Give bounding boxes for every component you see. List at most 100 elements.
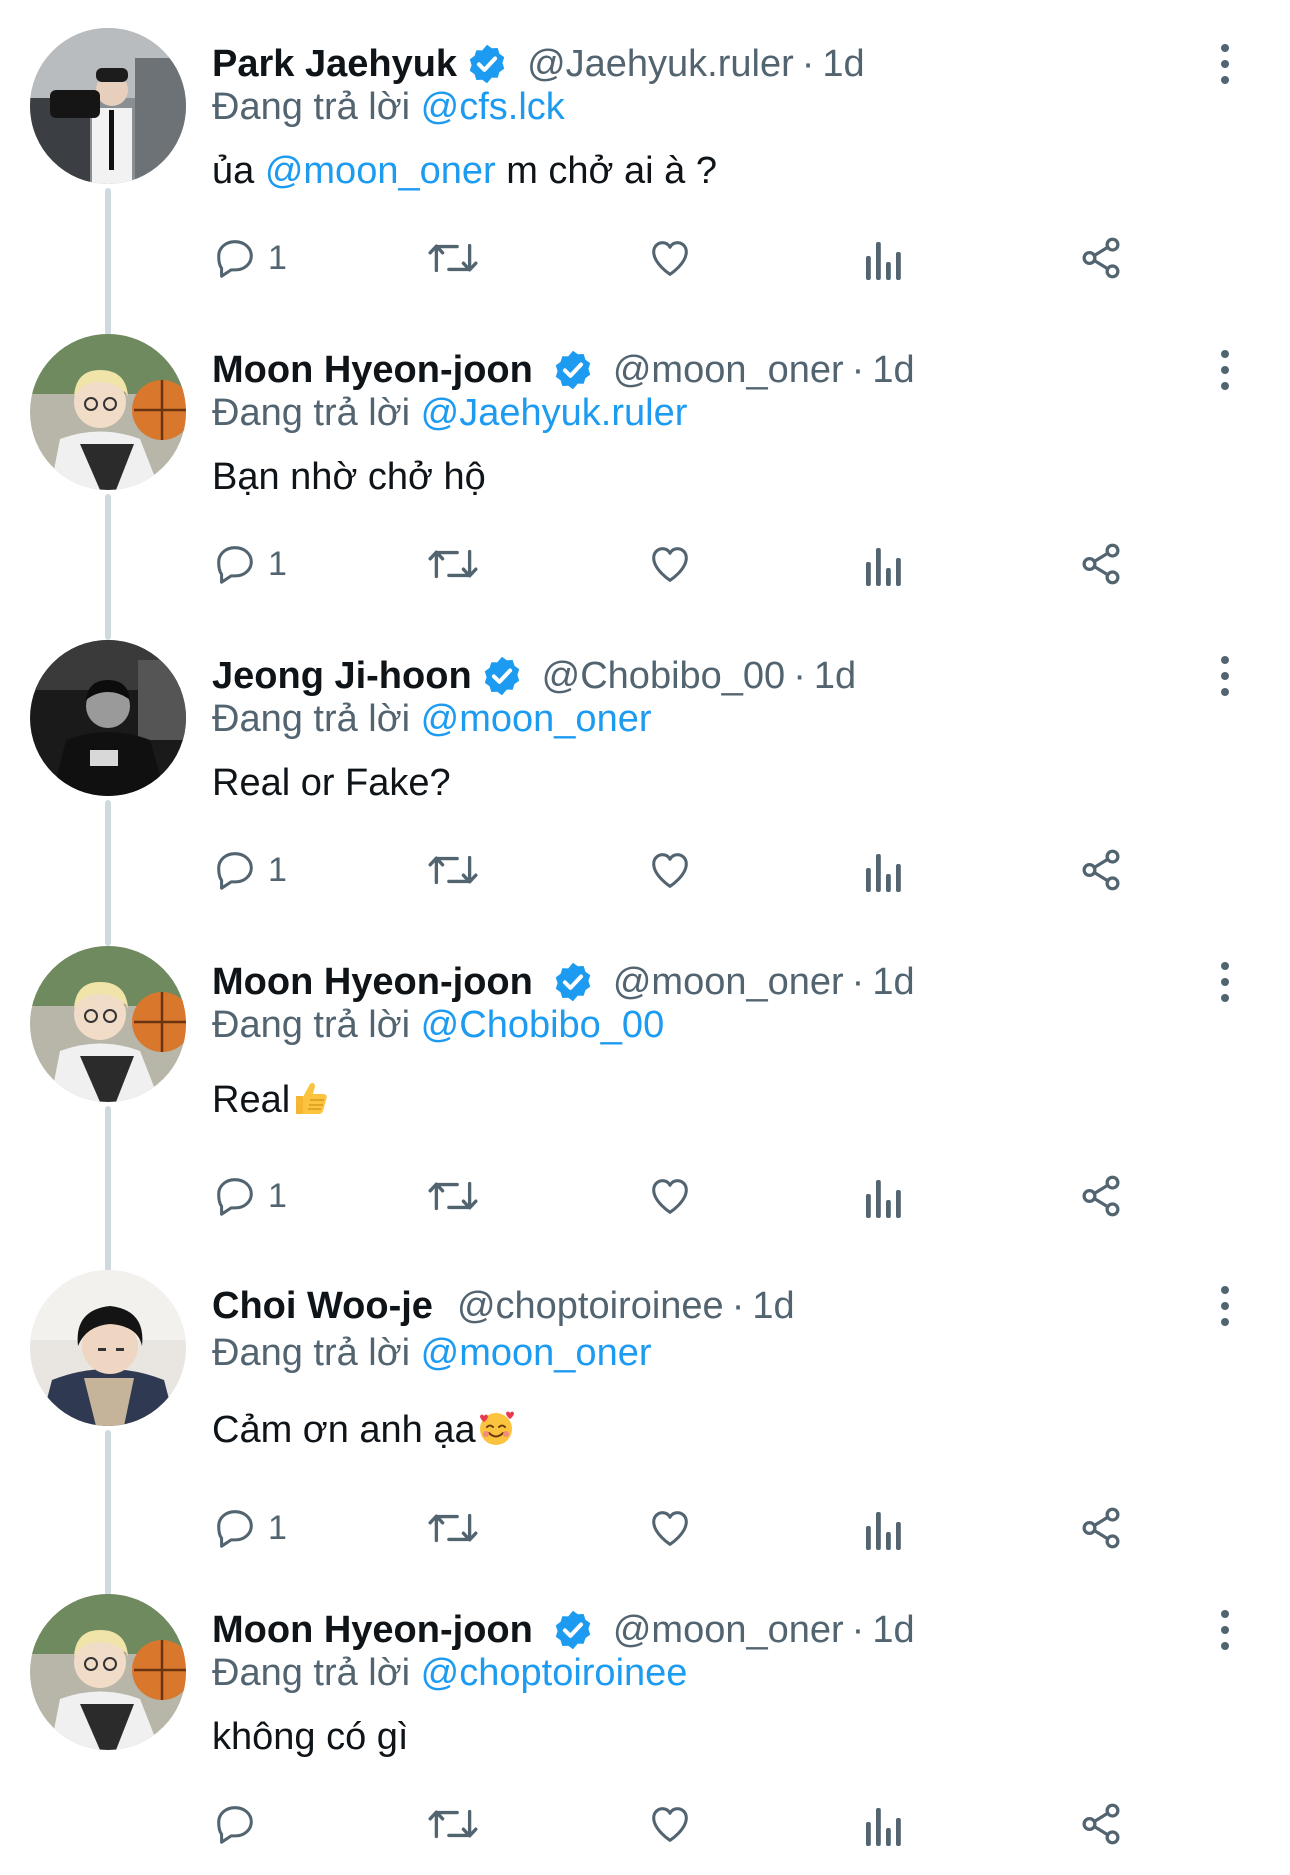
tweet-actions: 1	[0, 1166, 1290, 1226]
user-handle[interactable]: @moon_oner	[613, 961, 844, 1004]
like-button[interactable]	[646, 1498, 694, 1558]
reply-button[interactable]: 1	[212, 1498, 287, 1558]
timestamp[interactable]: 1d	[872, 961, 914, 1004]
more-icon[interactable]	[1210, 1608, 1240, 1652]
avatar[interactable]	[30, 946, 186, 1102]
verified-badge-icon	[555, 962, 591, 1002]
like-icon	[652, 547, 688, 582]
reply-count: 1	[268, 238, 287, 277]
timestamp[interactable]: 1d	[872, 349, 914, 392]
timestamp[interactable]: 1d	[872, 1609, 914, 1652]
share-icon	[1082, 1175, 1120, 1217]
display-name[interactable]: Jeong Ji-hoon	[212, 655, 472, 698]
replying-to-mention[interactable]: @Chobibo_00	[421, 1004, 665, 1046]
share-button[interactable]	[1078, 840, 1124, 900]
retweet-button[interactable]	[426, 840, 480, 900]
views-icon	[866, 548, 901, 586]
user-handle[interactable]: @Chobibo_00	[542, 655, 786, 698]
tweet-text: không có gì	[212, 1716, 409, 1758]
avatar[interactable]	[30, 640, 186, 796]
display-name[interactable]: Moon Hyeon-joon	[212, 961, 533, 1004]
separator-dot: ·	[851, 348, 865, 391]
tweet-text: Real or Fake?	[212, 762, 451, 804]
replying-to: Đang trả lời @Chobibo_00	[212, 1004, 664, 1047]
views-button[interactable]	[864, 1794, 904, 1854]
tweet-text: Bạn nhờ chở hộ	[212, 456, 486, 498]
share-button[interactable]	[1078, 534, 1124, 594]
replying-to-mention[interactable]: @choptoiroinee	[421, 1652, 688, 1694]
retweet-button[interactable]	[426, 228, 480, 288]
avatar[interactable]	[30, 1594, 186, 1750]
views-icon	[866, 1180, 901, 1218]
reply-icon	[217, 546, 253, 584]
timestamp[interactable]: 1d	[752, 1285, 794, 1328]
reply-icon	[217, 852, 253, 890]
verified-badge-icon	[555, 350, 591, 390]
tweet-header: Moon Hyeon-joon @moon_oner · 1d	[212, 344, 915, 396]
user-handle[interactable]: @moon_oner	[613, 349, 844, 392]
retweet-button[interactable]	[426, 1166, 480, 1226]
timestamp[interactable]: 1d	[822, 43, 864, 86]
replying-to-label: Đang trả lời	[212, 698, 411, 740]
retweet-icon	[428, 549, 478, 579]
replying-to-mention[interactable]: @Jaehyuk.ruler	[421, 392, 688, 434]
avatar[interactable]	[30, 1270, 186, 1426]
share-button[interactable]	[1078, 1794, 1124, 1854]
like-button[interactable]	[646, 228, 694, 288]
views-icon	[866, 242, 901, 280]
more-icon[interactable]	[1210, 42, 1240, 86]
like-icon	[652, 853, 688, 888]
more-icon[interactable]	[1210, 348, 1240, 392]
share-button[interactable]	[1078, 228, 1124, 288]
tweet-actions: 1	[0, 228, 1290, 288]
replying-to-mention[interactable]: @moon_oner	[421, 698, 652, 740]
like-button[interactable]	[646, 840, 694, 900]
retweet-button[interactable]	[426, 534, 480, 594]
tweet-header: Park Jaehyuk @Jaehyuk.ruler · 1d	[212, 38, 865, 90]
inline-mention[interactable]: @moon_oner	[265, 150, 496, 192]
display-name[interactable]: Moon Hyeon-joon	[212, 349, 533, 392]
retweet-button[interactable]	[426, 1498, 480, 1558]
views-button[interactable]	[864, 1166, 904, 1226]
share-icon	[1082, 1507, 1120, 1549]
replying-to: Đang trả lời @choptoiroinee	[212, 1652, 687, 1695]
share-button[interactable]	[1078, 1166, 1124, 1226]
replying-to-mention[interactable]: @moon_oner	[421, 1332, 652, 1374]
reply-button[interactable]: 1	[212, 840, 287, 900]
avatar[interactable]	[30, 28, 186, 184]
user-handle[interactable]: @Jaehyuk.ruler	[527, 43, 794, 86]
reply-icon	[217, 1806, 253, 1844]
display-name[interactable]: Choi Woo-je	[212, 1285, 433, 1328]
retweet-icon	[428, 855, 478, 885]
display-name[interactable]: Moon Hyeon-joon	[212, 1609, 533, 1652]
views-button[interactable]	[864, 840, 904, 900]
reply-button[interactable]: 1	[212, 1166, 287, 1226]
views-button[interactable]	[864, 534, 904, 594]
more-icon[interactable]	[1210, 1284, 1240, 1328]
retweet-button[interactable]	[426, 1794, 480, 1854]
share-button[interactable]	[1078, 1498, 1124, 1558]
like-button[interactable]	[646, 1166, 694, 1226]
verified-badge-icon	[484, 656, 519, 696]
like-button[interactable]	[646, 534, 694, 594]
like-button[interactable]	[646, 1794, 694, 1854]
reply-button[interactable]: 1	[212, 534, 287, 594]
display-name[interactable]: Park Jaehyuk	[212, 43, 457, 86]
replying-to-mention[interactable]: @cfs.lck	[421, 86, 565, 128]
more-icon[interactable]	[1210, 654, 1240, 698]
avatar[interactable]	[30, 334, 186, 490]
user-handle[interactable]: @choptoiroinee	[457, 1285, 724, 1328]
tweet-header: Jeong Ji-hoon @Chobibo_00 · 1d	[212, 650, 856, 702]
reply-icon	[217, 240, 253, 278]
user-handle[interactable]: @moon_oner	[613, 1609, 844, 1652]
reply-button[interactable]	[212, 1794, 268, 1854]
more-icon[interactable]	[1210, 960, 1240, 1004]
tweet-header: Choi Woo-je @choptoiroinee · 1d	[212, 1280, 795, 1332]
views-button[interactable]	[864, 228, 904, 288]
separator-dot: ·	[731, 1284, 745, 1327]
timestamp[interactable]: 1d	[814, 655, 856, 698]
views-button[interactable]	[864, 1498, 904, 1558]
verified-badge-icon	[555, 1610, 591, 1650]
reply-button[interactable]: 1	[212, 228, 287, 288]
replying-to-label: Đang trả lời	[212, 86, 411, 128]
